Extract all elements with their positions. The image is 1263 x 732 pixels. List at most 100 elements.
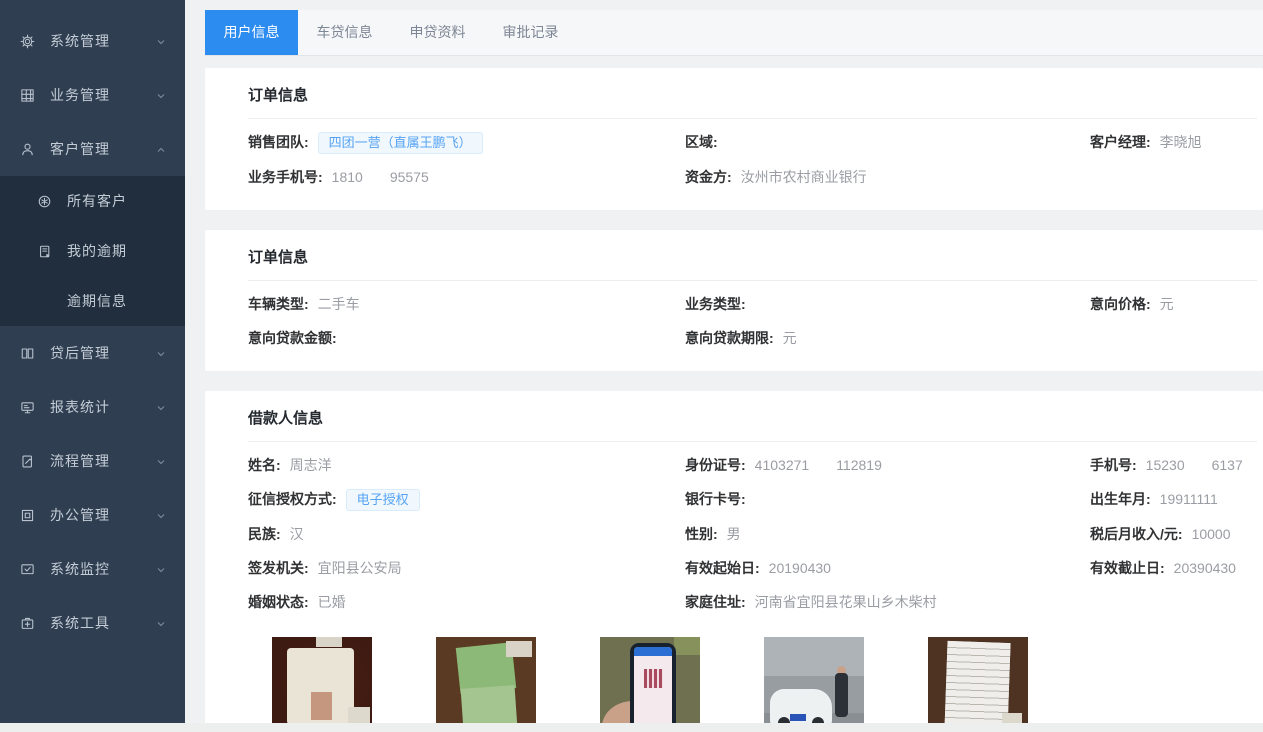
field: 姓名:周志洋 [248, 455, 685, 476]
sidebar-item-label: 流程管理 [50, 451, 155, 471]
field: 税后月收入/元: 10000 [1090, 524, 1257, 545]
section-title: 借款人信息 [248, 407, 1257, 442]
field-label: 征信授权方式: [248, 491, 337, 507]
sidebar-submenu: 所有客户我的逾期逾期信息 [0, 176, 185, 326]
field-value: 男 [727, 526, 741, 542]
sidebar-subitem-2-1[interactable]: 我的逾期 [0, 226, 185, 276]
redaction-patch [809, 459, 836, 471]
sidebar-item-0[interactable]: 系统管理 [0, 14, 185, 68]
field: 婚姻状态:已婚 [248, 592, 685, 613]
field-label: 手机号: [1090, 457, 1137, 473]
photo-other-material[interactable]: 其他材料 [928, 637, 1028, 732]
user-icon [20, 141, 37, 157]
field-label: 有效截止日: [1090, 560, 1165, 576]
field-label: 销售团队: [248, 134, 309, 150]
tab-bar: 用户信息车贷信息申贷资料审批记录 [205, 10, 1263, 56]
field-label: 意向价格: [1090, 296, 1151, 312]
photo-auth-screenshot-thumbnail[interactable] [600, 637, 700, 732]
section-title: 订单信息 [248, 84, 1257, 119]
field-value: 4103271112819 [755, 457, 882, 473]
sidebar-item-7[interactable]: 系统监控 [0, 542, 185, 596]
photo-id-card-thumbnail[interactable] [272, 637, 372, 732]
field-row: 车辆类型:二手车业务类型:意向价格: 元 [248, 294, 1257, 315]
field-value: 19911111 [1160, 491, 1218, 507]
photo-gallery: 身份证行驶证原件授权截图人车照其他材料 [248, 637, 1257, 732]
field: 客户经理:李晓旭 [1090, 132, 1257, 154]
field-label: 业务手机号: [248, 169, 323, 185]
field: 性别:男 [685, 524, 1090, 545]
field-label: 银行卡号: [685, 491, 746, 507]
horizontal-scrollbar-track[interactable] [0, 723, 1263, 732]
app-window: 系统管理业务管理客户管理所有客户我的逾期逾期信息贷后管理报表统计流程管理办公管理… [0, 0, 1263, 732]
field-label: 车辆类型: [248, 296, 309, 312]
field: 身份证号: 4103271112819 [685, 455, 1090, 476]
field-row: 婚姻状态:已婚家庭住址:河南省宜阳县花果山乡木柴村 [248, 592, 1257, 613]
field-value: 河南省宜阳县花果山乡木柴村 [755, 594, 937, 610]
sidebar-item-label: 办公管理 [50, 505, 155, 525]
field-label: 意向贷款期限: [685, 330, 774, 346]
empty-cell [1090, 592, 1257, 613]
chevron-down-icon [155, 347, 167, 359]
section-card-2: 借款人信息姓名:周志洋身份证号:4103271112819手机号:1523061… [205, 391, 1263, 732]
section-card-0: 订单信息销售团队:四团一营（直属王鹏飞）区域:客户经理:李晓旭业务手机号:181… [205, 68, 1263, 210]
chevron-down-icon [155, 617, 167, 629]
tab-3[interactable]: 审批记录 [484, 10, 577, 55]
chevron-down-icon [155, 401, 167, 413]
empty-cell [1090, 167, 1257, 188]
photo-id-card[interactable]: 身份证 [272, 637, 372, 732]
sidebar-item-6[interactable]: 办公管理 [0, 488, 185, 542]
field: 车辆类型:二手车 [248, 294, 685, 315]
photo-vehicle-license[interactable]: 行驶证原件 [436, 637, 536, 732]
sidebar-item-1[interactable]: 业务管理 [0, 68, 185, 122]
field: 资金方:汝州市农村商业银行 [685, 167, 1090, 188]
field-label: 意向贷款金额: [248, 330, 337, 346]
field-label: 民族: [248, 526, 281, 542]
field-label: 身份证号: [685, 457, 746, 473]
tab-0[interactable]: 用户信息 [205, 10, 298, 55]
field: 签发机关:宜阳县公安局 [248, 558, 685, 579]
sidebar-item-2[interactable]: 客户管理 [0, 122, 185, 176]
field: 业务类型: [685, 294, 1090, 315]
field: 区域: [685, 132, 1090, 154]
photo-auth-screenshot[interactable]: 授权截图 [600, 637, 700, 732]
sidebar-item-label: 系统监控 [50, 559, 155, 579]
gear-icon [20, 33, 37, 49]
field-label: 税后月收入/元: [1090, 526, 1183, 542]
sidebar-item-4[interactable]: 报表统计 [0, 380, 185, 434]
field: 销售团队:四团一营（直属王鹏飞） [248, 132, 685, 154]
photo-vehicle-license-thumbnail[interactable] [436, 637, 536, 732]
field-value: 10000 [1192, 526, 1231, 542]
field-value: 元 [1160, 296, 1174, 312]
tab-2[interactable]: 申贷资料 [391, 10, 484, 55]
chevron-down-icon [155, 509, 167, 521]
field-value: 20190430 [769, 560, 831, 576]
field-value: 20390430 [1174, 560, 1236, 576]
chevron-down-icon [155, 35, 167, 47]
tab-1[interactable]: 车贷信息 [298, 10, 391, 55]
sidebar-item-5[interactable]: 流程管理 [0, 434, 185, 488]
field-label: 有效起始日: [685, 560, 760, 576]
photo-person-with-car[interactable]: 人车照 [764, 637, 864, 732]
sidebar-subitem-2-0[interactable]: 所有客户 [0, 176, 185, 226]
sidebar-item-3[interactable]: 贷后管理 [0, 326, 185, 380]
square-in-square-icon [20, 507, 37, 523]
sidebar-item-label: 贷后管理 [50, 343, 155, 363]
sidebar-item-label: 系统工具 [50, 613, 155, 633]
sidebar-subitem-label: 我的逾期 [67, 241, 167, 261]
section-title: 订单信息 [248, 246, 1257, 281]
photo-person-with-car-thumbnail[interactable] [764, 637, 864, 732]
field-row: 征信授权方式:电子授权银行卡号:出生年月:19911111 [248, 489, 1257, 511]
sidebar-item-label: 系统管理 [50, 31, 155, 51]
field: 出生年月:19911111 [1090, 489, 1257, 511]
doc-edit-icon [20, 453, 37, 469]
field-value: 宜阳县公安局 [318, 560, 402, 576]
field: 业务手机号:181095575 [248, 167, 685, 188]
field-label: 资金方: [685, 169, 732, 185]
field-row: 销售团队:四团一营（直属王鹏飞）区域:客户经理:李晓旭 [248, 132, 1257, 154]
photo-other-material-thumbnail[interactable] [928, 637, 1028, 732]
sidebar-item-8[interactable]: 系统工具 [0, 596, 185, 650]
field: 银行卡号: [685, 489, 1090, 511]
sidebar-subitem-2-2[interactable]: 逾期信息 [0, 276, 185, 326]
monitor-check-icon [20, 561, 37, 577]
field-label: 客户经理: [1090, 134, 1151, 150]
